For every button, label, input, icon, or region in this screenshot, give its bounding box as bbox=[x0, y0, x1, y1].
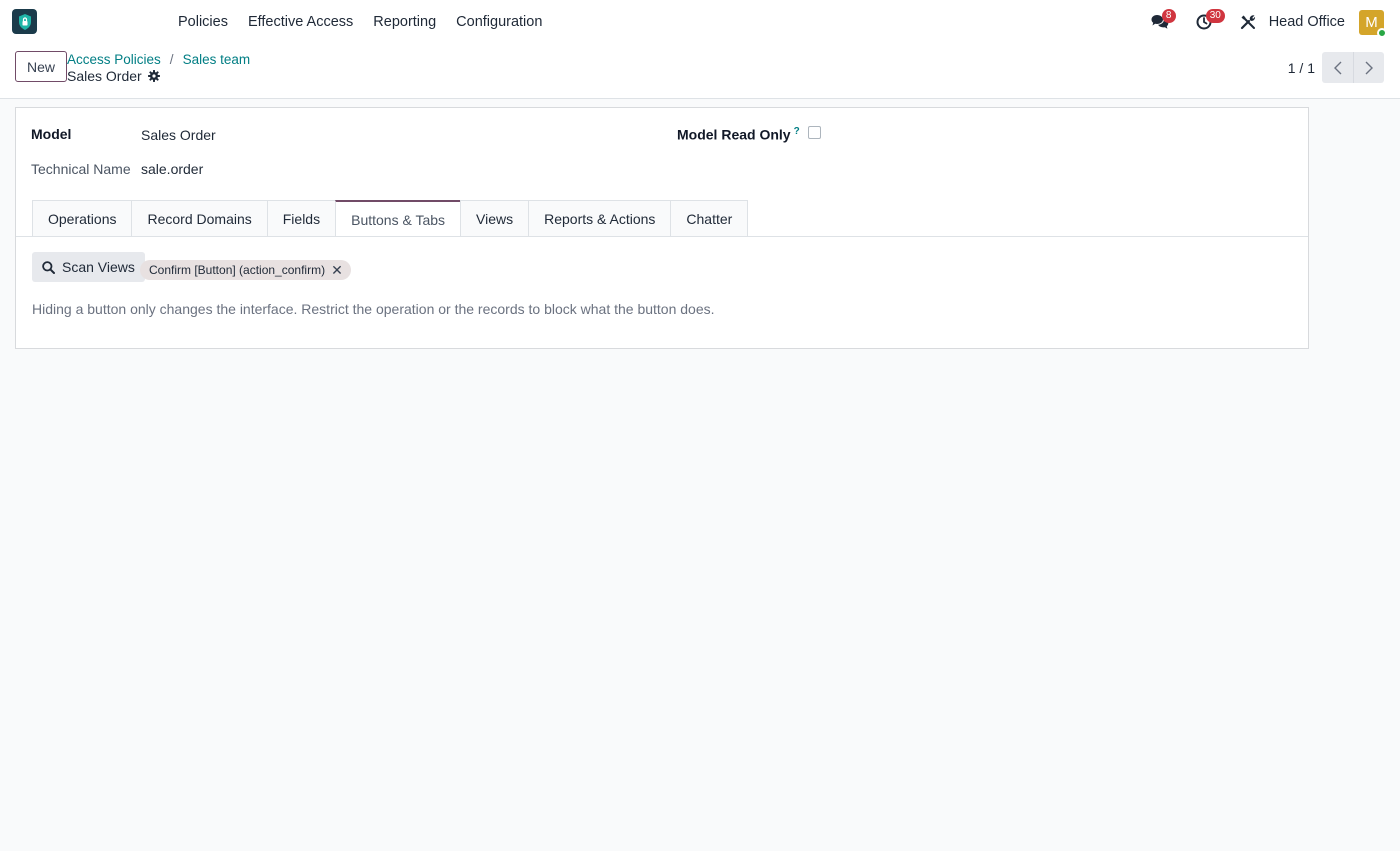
user-avatar[interactable]: M bbox=[1359, 9, 1387, 38]
messages-badge: 8 bbox=[1161, 9, 1176, 23]
tab-operations[interactable]: Operations bbox=[32, 200, 133, 237]
form-sheet: Model Sales Order Technical Name sale.or… bbox=[15, 107, 1309, 349]
systray: 8 30 Head Office M bbox=[1145, 0, 1400, 44]
menu-reporting[interactable]: Reporting bbox=[363, 0, 446, 44]
tabs-divider bbox=[16, 236, 1308, 237]
model-read-only-text: Model Read Only bbox=[677, 126, 791, 143]
hint-text: Hiding a button only changes the interfa… bbox=[32, 301, 715, 317]
hidden-button-tag: Confirm [Button] (action_confirm) ✕ bbox=[140, 260, 351, 280]
menu-configuration[interactable]: Configuration bbox=[446, 0, 552, 44]
new-button[interactable]: New bbox=[15, 51, 68, 82]
tab-record-domains[interactable]: Record Domains bbox=[131, 200, 268, 237]
activities-badge: 30 bbox=[1205, 9, 1225, 23]
notebook-tabs: Operations Record Domains Fields Buttons… bbox=[32, 200, 749, 237]
chevron-left-icon bbox=[1333, 61, 1341, 74]
messages-button[interactable]: 8 bbox=[1145, 0, 1176, 44]
breadcrumb-separator: / bbox=[169, 52, 174, 67]
pager-next-button[interactable] bbox=[1353, 52, 1384, 83]
breadcrumb-access-policies[interactable]: Access Policies bbox=[67, 52, 161, 67]
scan-views-label: Scan Views bbox=[62, 259, 135, 275]
main-menu: Policies Effective Access Reporting Conf… bbox=[168, 0, 552, 44]
tab-chatter[interactable]: Chatter bbox=[670, 200, 749, 237]
help-tooltip-icon[interactable]: ? bbox=[794, 126, 800, 137]
debug-tools-button[interactable] bbox=[1233, 0, 1263, 44]
pager-previous-button[interactable] bbox=[1322, 52, 1353, 83]
scan-views-button[interactable]: Scan Views bbox=[32, 252, 145, 282]
pager-value[interactable]: 1 / 1 bbox=[1288, 60, 1315, 76]
tag-label: Confirm [Button] (action_confirm) bbox=[149, 263, 326, 277]
company-switcher[interactable]: Head Office bbox=[1269, 14, 1345, 30]
model-value[interactable]: Sales Order bbox=[141, 127, 216, 143]
tag-remove-icon[interactable]: ✕ bbox=[331, 263, 343, 277]
technical-name-value[interactable]: sale.order bbox=[141, 161, 203, 177]
record-title: Sales Order bbox=[67, 68, 160, 84]
model-read-only-checkbox[interactable] bbox=[808, 126, 821, 139]
avatar-initial: M bbox=[1365, 13, 1378, 31]
breadcrumb-sales-team[interactable]: Sales team bbox=[183, 52, 251, 67]
menu-effective-access[interactable]: Effective Access bbox=[238, 0, 363, 44]
model-read-only-label: Model Read Only? bbox=[677, 126, 800, 143]
record-title-text: Sales Order bbox=[67, 68, 142, 84]
app-logo-icon[interactable] bbox=[12, 9, 37, 34]
top-navbar: Policies Effective Access Reporting Conf… bbox=[0, 0, 1400, 44]
menu-policies[interactable]: Policies bbox=[168, 0, 238, 44]
control-panel: New Access Policies / Sales team Sales O… bbox=[0, 44, 1400, 99]
technical-name-label: Technical Name bbox=[31, 161, 131, 177]
tab-reports-actions[interactable]: Reports & Actions bbox=[528, 200, 672, 237]
model-label: Model bbox=[31, 126, 72, 142]
search-icon bbox=[42, 260, 55, 274]
tools-icon bbox=[1240, 15, 1255, 30]
activities-button[interactable]: 30 bbox=[1189, 0, 1225, 44]
tab-views[interactable]: Views bbox=[460, 200, 530, 237]
gear-icon[interactable] bbox=[147, 70, 160, 82]
breadcrumb: Access Policies / Sales team bbox=[67, 52, 250, 67]
online-status-indicator bbox=[1377, 27, 1387, 38]
chevron-right-icon bbox=[1365, 61, 1373, 74]
tab-buttons-tabs[interactable]: Buttons & Tabs bbox=[335, 200, 462, 237]
tab-fields[interactable]: Fields bbox=[266, 200, 337, 237]
